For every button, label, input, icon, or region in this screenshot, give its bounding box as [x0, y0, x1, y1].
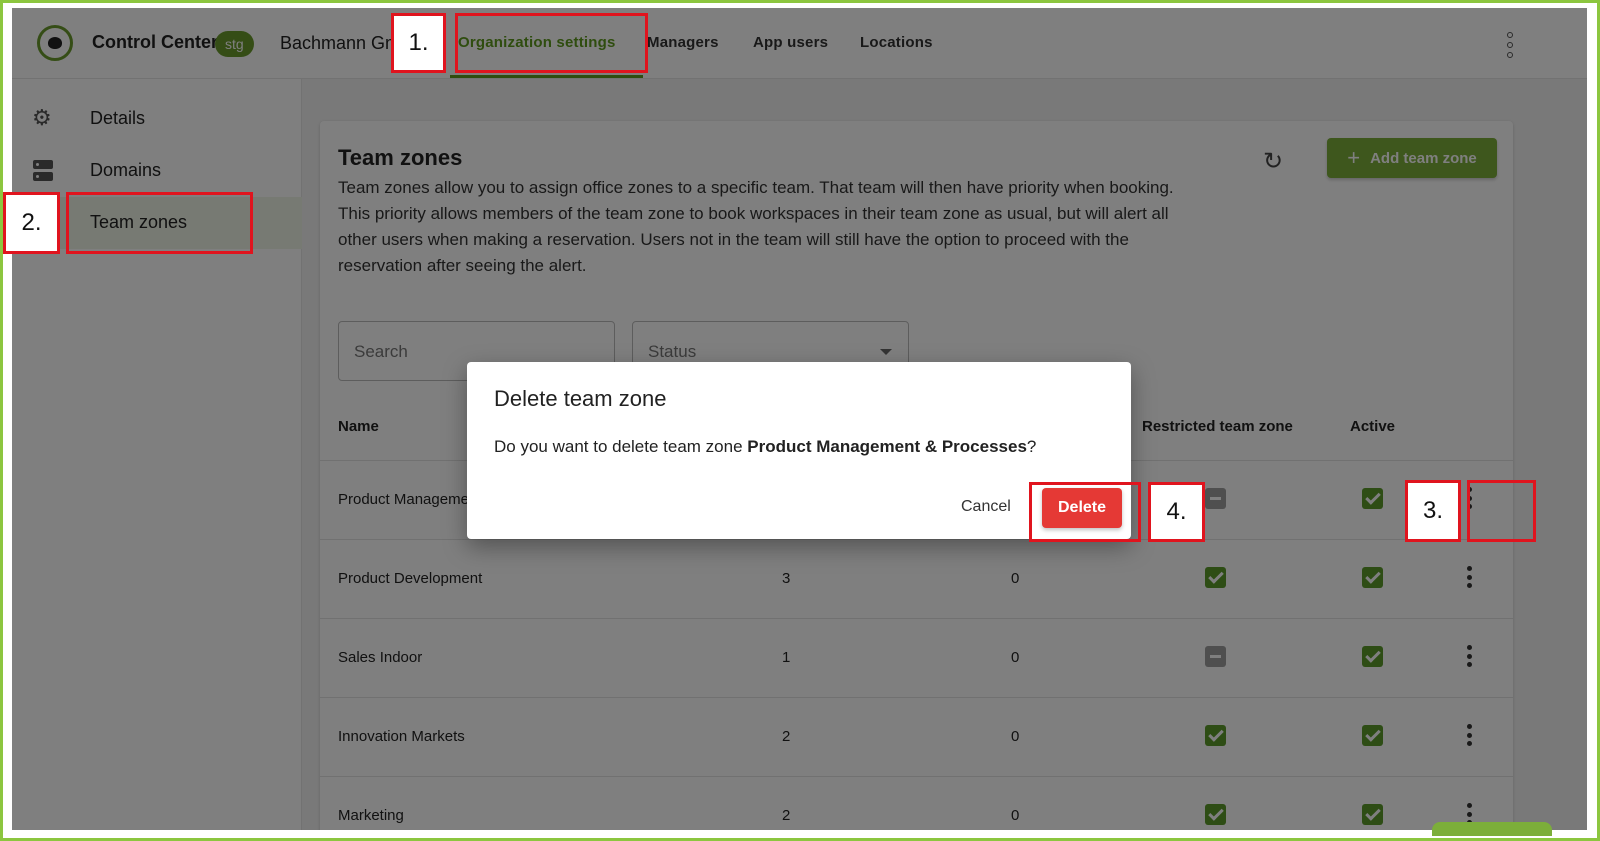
dialog-message: Do you want to delete team zone Product … [494, 437, 1036, 457]
annotation-highlight-tab [455, 13, 648, 73]
annotation-step-1: 1. [391, 13, 446, 73]
annotation-step-3: 3. [1405, 480, 1461, 542]
annotation-highlight-sidebar [66, 192, 253, 254]
dialog-title: Delete team zone [494, 386, 667, 411]
annotation-step-4: 4. [1148, 482, 1205, 542]
annotation-step-2: 2. [3, 192, 60, 254]
annotation-highlight-row-menu [1467, 480, 1536, 542]
floating-action-button[interactable] [1432, 822, 1552, 836]
dialog-message-prefix: Do you want to delete team zone [494, 437, 748, 456]
dialog-message-suffix: ? [1026, 437, 1037, 456]
annotation-highlight-delete [1029, 482, 1141, 542]
dialog-zone-name: Product Management & Processes [747, 437, 1027, 456]
cancel-button[interactable]: Cancel [961, 498, 1011, 516]
